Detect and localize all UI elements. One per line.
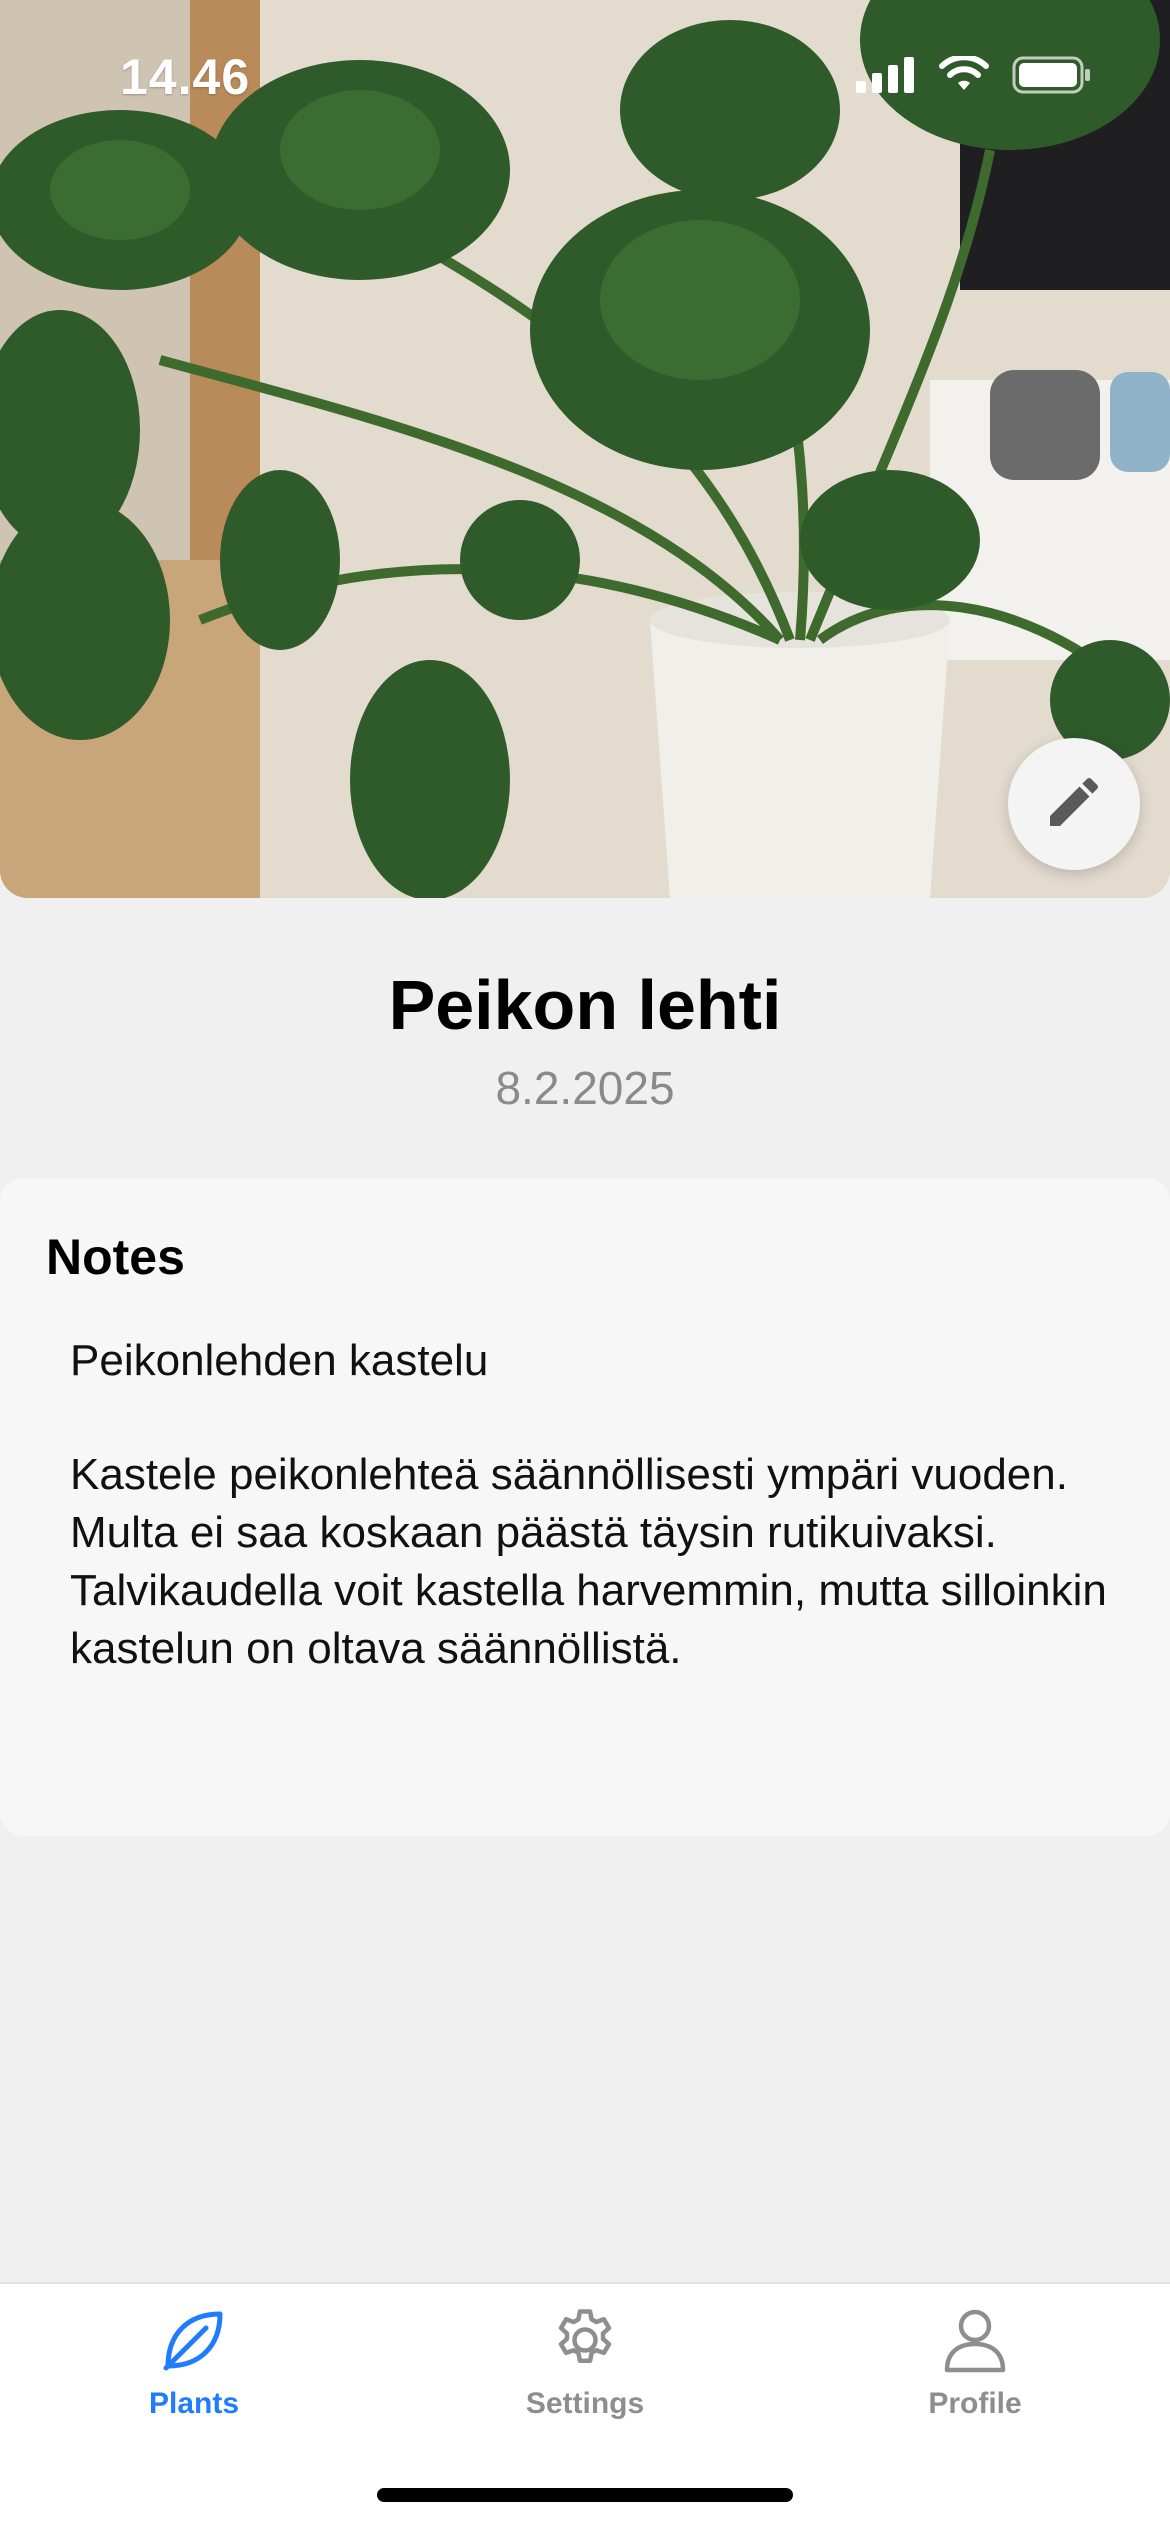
notes-body: Kastele peikonlehteä säännöllisesti ympä… <box>70 1450 1107 1673</box>
leaf-icon <box>158 2311 230 2380</box>
edit-button[interactable] <box>1008 738 1140 870</box>
plant-header: Peikon lehti 8.2.2025 <box>0 960 1170 1118</box>
tab-profile[interactable]: Profile <box>845 2304 1105 2421</box>
battery-icon <box>1012 56 1092 99</box>
plant-date: 8.2.2025 <box>495 1062 675 1114</box>
tab-plants-label: Plants <box>148 2387 240 2420</box>
notes-heading: Notes <box>46 1229 185 1285</box>
pencil-icon <box>1042 770 1106 839</box>
status-time: 14.46 <box>120 49 251 105</box>
tab-profile-label: Profile <box>928 2387 1022 2420</box>
notes-card: Notes Peikonlehden kastelu Kastele peiko… <box>0 1178 1170 1836</box>
tab-settings-label: Settings <box>525 2387 645 2420</box>
plant-name: Peikon lehti <box>388 966 782 1044</box>
tab-plants[interactable]: Plants <box>64 2304 324 2421</box>
home-indicator[interactable] <box>377 2488 793 2502</box>
person-icon <box>939 2309 1011 2380</box>
tab-settings[interactable]: Settings <box>455 2304 715 2421</box>
cellular-signal-icon <box>856 57 916 98</box>
plant-photo <box>0 0 1170 898</box>
status-icons <box>856 54 1092 99</box>
wifi-icon <box>938 54 990 99</box>
notes-title: Peikonlehden kastelu <box>70 1336 489 1385</box>
gear-icon <box>549 2309 621 2380</box>
